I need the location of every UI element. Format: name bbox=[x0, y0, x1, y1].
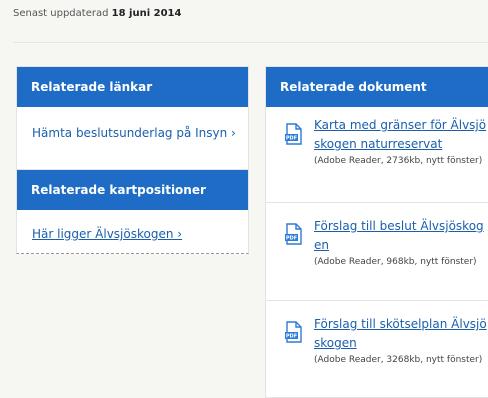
document-link[interactable]: Förslag till beslut Älvsjöskogen bbox=[314, 217, 488, 255]
document-item: PDF Förslag till beslut Älvsjöskogen (Ad… bbox=[266, 203, 488, 301]
pdf-icon: PDF bbox=[284, 321, 304, 347]
pdf-icon: PDF bbox=[284, 223, 304, 249]
last-updated-label: Senast uppdaterad bbox=[13, 8, 109, 19]
svg-text:PDF: PDF bbox=[286, 136, 297, 142]
related-links-heading: Relaterade länkar bbox=[17, 67, 248, 107]
divider bbox=[13, 42, 488, 43]
related-map-positions-heading: Relaterade kartpositioner bbox=[17, 170, 248, 210]
document-link[interactable]: Förslag till skötselplan Älvsjöskogen bbox=[314, 315, 488, 353]
related-links-panel: Relaterade länkar Hämta beslutsunderlag … bbox=[16, 66, 249, 174]
last-updated-date: 18 juni 2014 bbox=[111, 8, 182, 19]
document-link[interactable]: Karta med gränser för Älvsjöskogen natur… bbox=[314, 116, 488, 154]
related-map-positions-panel: Relaterade kartpositioner Här ligger Älv… bbox=[16, 169, 249, 254]
document-item: PDF Förslag till skötselplan Älvsjöskoge… bbox=[266, 301, 488, 397]
last-updated: Senast uppdaterad 18 juni 2014 bbox=[13, 8, 181, 19]
map-position-link[interactable]: Här ligger Älvsjöskogen › bbox=[32, 227, 182, 241]
svg-text:PDF: PDF bbox=[286, 334, 297, 340]
document-meta: (Adobe Reader, 968kb, nytt fönster) bbox=[314, 257, 477, 267]
related-documents-heading: Relaterade dokument bbox=[266, 67, 488, 107]
document-meta: (Adobe Reader, 3268kb, nytt fönster) bbox=[314, 355, 483, 365]
document-meta: (Adobe Reader, 2736kb, nytt fönster) bbox=[314, 156, 483, 166]
related-documents-panel: Relaterade dokument PDF Karta med gränse… bbox=[265, 66, 488, 398]
insyn-link[interactable]: Hämta beslutsunderlag på Insyn › bbox=[32, 126, 236, 140]
document-item: PDF Karta med gränser för Älvsjöskogen n… bbox=[266, 107, 488, 203]
pdf-icon: PDF bbox=[284, 123, 304, 149]
svg-text:PDF: PDF bbox=[286, 236, 297, 242]
